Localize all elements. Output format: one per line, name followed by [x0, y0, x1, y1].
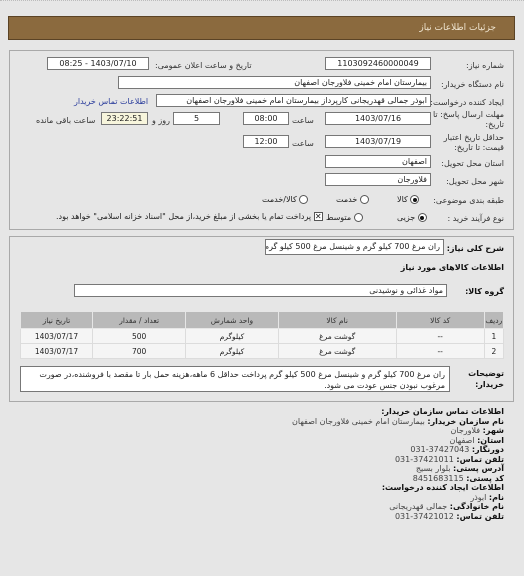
goods-info-title: اطلاعات کالاهای مورد نیاز [400, 263, 504, 272]
radio-selected-icon[interactable] [410, 195, 420, 204]
buyer-notes-field: ران مرغ 700 کیلو گرم و شینسل مرغ 500 کیل… [20, 366, 450, 392]
creator-first-name: ابوذر [470, 492, 487, 502]
contact-org-name: بیمارستان امام خمینی فلاورجان اصفهان [292, 416, 425, 426]
deadline-time-label: ساعت [292, 116, 314, 125]
summary-field: ران مرغ 700 کیلو گرم و شینسل مرغ 500 کیل… [265, 239, 444, 255]
process-option-minor[interactable]: جزیی [397, 213, 427, 222]
buyer-contact-section: اطلاعات تماس سازمان خریدار: نام سازمان خ… [292, 407, 504, 521]
page-header: جزئیات اطلاعات نیاز [8, 16, 515, 40]
table-row: 2 -- گوشت مرغ کیلوگرم 700 1403/07/17 [20, 343, 505, 359]
validity-time-field: 12:00 [243, 135, 289, 148]
announce-label: تاریخ و ساعت اعلان عمومی: [155, 61, 252, 70]
need-number-label: شماره نیاز: [466, 61, 504, 70]
process-option-medium[interactable]: متوسط [326, 213, 363, 222]
radio-icon[interactable] [353, 213, 363, 222]
radio-selected-icon[interactable] [417, 213, 427, 222]
table-row: 1 -- گوشت مرغ کیلوگرم 500 1403/07/17 [20, 328, 505, 344]
need-number-field: 1103092460000049 [325, 57, 431, 70]
summary-label: شرح کلی نیاز: [446, 244, 504, 253]
process-label: نوع فرآیند خرید : [447, 214, 504, 223]
category-option-goods-service[interactable]: کالا/خدمت [262, 195, 309, 204]
days-label: روز و [152, 116, 170, 125]
creator-label: ایجاد کننده درخواست: [430, 98, 504, 107]
city-field: فلاورجان [325, 173, 431, 186]
announce-field: 1403/07/10 - 08:25 [47, 57, 149, 70]
remaining-label: ساعت باقی مانده [36, 116, 96, 125]
category-label: طبقه بندی موضوعی: [433, 196, 504, 205]
days-field: 5 [173, 112, 220, 125]
deadline-time-field: 08:00 [243, 112, 289, 125]
checkbox-checked-icon[interactable]: ✕ [313, 212, 323, 221]
creator-field: ابوذر جمالی قهدریجانی کارپرداز بیمارستان… [156, 94, 431, 107]
buyer-notes-label: توضیحات خریدار: [468, 369, 504, 389]
category-option-service[interactable]: خدمت [336, 195, 369, 204]
buyer-org-label: نام دستگاه خریدار: [441, 80, 504, 89]
top-border [0, 0, 524, 2]
col-quantity: تعداد / مقدار [91, 311, 187, 329]
contact-postal: 8451683115 [412, 473, 464, 483]
province-label: استان محل تحویل: [441, 159, 504, 168]
creator-phone: 37421012-031 [394, 511, 454, 521]
page-title: جزئیات اطلاعات نیاز [419, 23, 496, 33]
creator-info-title: اطلاعات ایجاد کننده درخواست: [381, 483, 504, 492]
col-unit: واحد شمارش [185, 311, 279, 329]
city-label: شهر محل تحویل: [446, 177, 504, 186]
col-date: تاریخ نیاز [20, 311, 93, 329]
category-option-goods[interactable]: کالا [397, 195, 420, 204]
radio-icon[interactable] [359, 195, 369, 204]
goods-group-label: گروه کالا: [465, 287, 504, 296]
creator-last-name: جمالی قهدریجانی [389, 502, 448, 511]
col-code: کد کالا [395, 311, 485, 329]
contact-address: بلوار بسیج [415, 464, 451, 473]
goods-table: ردیف کد کالا نام کالا واحد شمارش تعداد /… [20, 311, 505, 359]
deadline-date-field: 1403/07/16 [325, 112, 431, 125]
validity-time-label: ساعت [292, 139, 314, 148]
col-row: ردیف [483, 311, 505, 329]
contact-fax: 37427043-031 [410, 445, 470, 454]
contact-phone: 37421011-031 [394, 454, 454, 464]
payment-treasury-option[interactable]: ✕ پرداخت تمام یا بخشی از مبلغ خرید،از مح… [56, 212, 323, 221]
buyer-contact-link[interactable]: اطلاعات تماس خریدار [74, 97, 148, 106]
validity-date-field: 1403/07/19 [325, 135, 431, 148]
remaining-time-field: 23:22:51 [101, 112, 148, 125]
goods-group-field: مواد غذائی و نوشیدنی [74, 284, 447, 297]
radio-icon[interactable] [299, 195, 309, 204]
validity-label: حداقل تاریخ اعتبار قیمت: تا تاریخ: [443, 133, 504, 152]
contact-city: فلاورجان [450, 426, 481, 435]
province-field: اصفهان [325, 155, 431, 168]
deadline-label: مهلت ارسال پاسخ: تا تاریخ: [432, 110, 504, 129]
table-header-row: ردیف کد کالا نام کالا واحد شمارش تعداد /… [20, 311, 505, 329]
col-name: نام کالا [277, 311, 397, 329]
buyer-org-field: بیمارستان امام خمینی فلاورجان اصفهان [118, 76, 431, 89]
contact-title: اطلاعات تماس سازمان خریدار: [381, 407, 504, 416]
contact-province: اصفهان [449, 435, 475, 445]
